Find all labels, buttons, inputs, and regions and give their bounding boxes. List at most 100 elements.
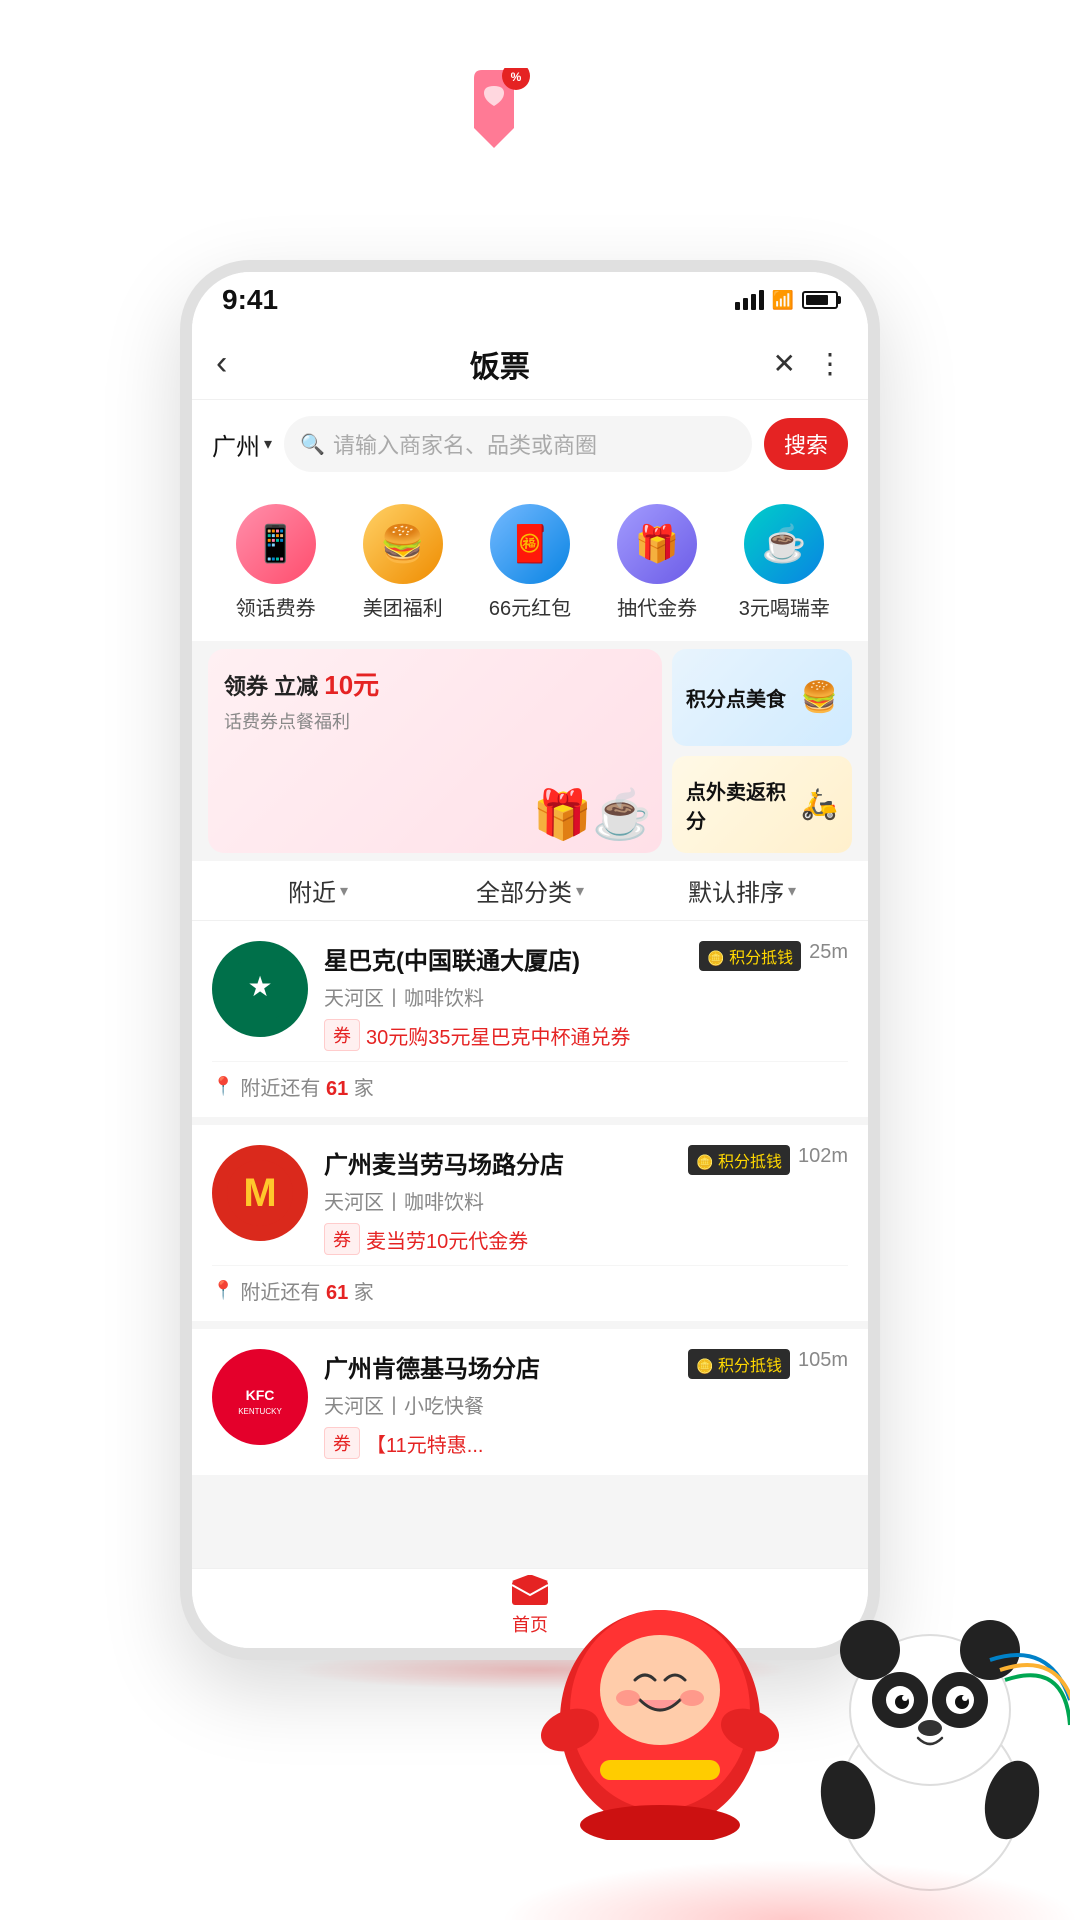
filter-bar: 附近 ▾ 全部分类 ▾ 默认排序 ▾	[192, 861, 868, 921]
mcdonalds-tag: 🪙 积分抵钱	[688, 1145, 790, 1175]
category-item-2[interactable]: 🍔 美团福利	[343, 504, 463, 621]
banner-left-subtitle: 话费券点餐福利	[224, 708, 646, 734]
filter-nearby[interactable]: 附近 ▾	[212, 873, 424, 908]
location-button[interactable]: 广州 ▾	[212, 427, 272, 462]
starbucks-coupon-text: 30元购35元星巴克中杯通兑券	[366, 1021, 631, 1050]
svg-text:KFC: KFC	[246, 1387, 275, 1403]
filter-sort-label: 默认排序	[688, 873, 784, 908]
title-icon: %	[454, 68, 544, 158]
banner-right-top[interactable]: 积分点美食 🍔	[672, 649, 852, 746]
close-button[interactable]: ✕	[773, 347, 796, 380]
nav-bar: ‹ 饭票 ✕ ⋮	[192, 328, 868, 400]
home-nav-icon	[510, 1571, 550, 1607]
banner-right-bottom-text: 点外卖返积分	[686, 776, 801, 834]
filter-nearby-label: 附近	[288, 873, 336, 908]
banner-right-top-icon: 🍔	[801, 680, 838, 715]
category-item-4[interactable]: 🎁 抽代金券	[597, 504, 717, 621]
restaurant-row-2: M 广州麦当劳马场路分店 🪙 积分抵钱 102m	[212, 1145, 848, 1255]
battery-icon	[802, 291, 838, 309]
mcdonalds-distance: 102m	[798, 1145, 848, 1168]
kfc-name: 广州肯德基马场分店	[324, 1349, 688, 1384]
svg-text:M: M	[243, 1171, 276, 1215]
back-button[interactable]: ‹	[216, 344, 227, 383]
mcdonalds-coupon-badge: 券	[324, 1223, 360, 1255]
mcdonalds-coupon: 券 麦当劳10元代金券	[324, 1223, 848, 1255]
kfc-coupon-badge: 券	[324, 1427, 360, 1459]
nav-actions: ✕ ⋮	[773, 347, 844, 380]
nav-home[interactable]: 首页	[510, 1571, 550, 1637]
starbucks-tag-icon: 🪙	[707, 950, 724, 966]
filter-category-arrow: ▾	[576, 881, 584, 901]
category-icon-5: ☕	[744, 504, 824, 584]
restaurant-row-1: ★ 星巴克(中国联通大厦店) 🪙 积分抵钱 25m	[212, 941, 848, 1051]
nearby-location-icon-2: 📍	[212, 1280, 234, 1301]
filter-sort[interactable]: 默认排序 ▾	[636, 873, 848, 908]
restaurant-item-kfc[interactable]: KFC KENTUCKY 广州肯德基马场分店 🪙 积分抵钱	[192, 1329, 868, 1475]
search-input-wrapper[interactable]: 🔍 请输入商家名、品类或商圈	[284, 416, 752, 472]
bottom-nav: 首页	[192, 1568, 868, 1648]
restaurant-item-mcdonalds[interactable]: M 广州麦当劳马场路分店 🪙 积分抵钱 102m	[192, 1125, 868, 1321]
mcdonalds-tag-icon: 🪙	[696, 1154, 713, 1170]
filter-category-label: 全部分类	[476, 873, 572, 908]
kfc-coupon-text: 【11元特惠...	[366, 1429, 483, 1458]
banner-left[interactable]: 领券 立减 10元 话费券点餐福利 🎁☕	[208, 649, 662, 853]
banner-illustration: 🎁☕	[532, 786, 652, 843]
category-label-2: 美团福利	[363, 592, 443, 621]
status-time: 9:41	[222, 284, 278, 316]
search-section: 广州 ▾ 🔍 请输入商家名、品类或商圈 搜索	[192, 400, 868, 488]
restaurant-item-starbucks[interactable]: ★ 星巴克(中国联通大厦店) 🪙 积分抵钱 25m	[192, 921, 868, 1117]
starbucks-tag: 🪙 积分抵钱	[699, 941, 801, 971]
status-bar: 9:41 📶	[192, 272, 868, 328]
category-icon-2: 🍔	[363, 504, 443, 584]
home-nav-label: 首页	[512, 1611, 548, 1637]
svg-text:%: %	[511, 70, 522, 84]
search-magnifier-icon: 🔍	[300, 432, 325, 457]
starbucks-distance: 25m	[809, 941, 848, 964]
banner-section: 领券 立减 10元 话费券点餐福利 🎁☕ 积分点美食 🍔 点外卖返积分 🛵	[192, 641, 868, 861]
starbucks-name: 星巴克(中国联通大厦店)	[324, 941, 699, 976]
filter-nearby-arrow: ▾	[340, 881, 348, 901]
more-button[interactable]: ⋮	[816, 347, 844, 380]
category-label-3: 66元红包	[489, 592, 571, 621]
category-label-4: 抽代金券	[617, 592, 697, 621]
mcdonalds-logo: M	[212, 1145, 308, 1241]
mcdonalds-name: 广州麦当劳马场路分店	[324, 1145, 688, 1180]
mcdonalds-coupon-text: 麦当劳10元代金券	[366, 1225, 528, 1254]
starbucks-logo: ★	[212, 941, 308, 1037]
mcdonalds-nearby: 📍 附近还有 61 家	[212, 1265, 848, 1305]
banner-right: 积分点美食 🍔 点外卖返积分 🛵	[672, 649, 852, 853]
nearby-location-icon: 📍	[212, 1076, 234, 1097]
kfc-tag-icon: 🪙	[696, 1358, 713, 1374]
filter-category[interactable]: 全部分类 ▾	[424, 873, 636, 908]
category-item-3[interactable]: 🧧 66元红包	[470, 504, 590, 621]
phone-container: 9:41 📶 ‹ 饭票	[180, 260, 900, 1740]
search-button[interactable]: 搜索	[764, 418, 848, 470]
restaurant-list: ★ 星巴克(中国联通大厦店) 🪙 积分抵钱 25m	[192, 921, 868, 1568]
kfc-category: 天河区丨小吃快餐	[324, 1390, 848, 1419]
category-item-5[interactable]: ☕ 3元喝瑞幸	[724, 504, 844, 621]
restaurant-row-3: KFC KENTUCKY 广州肯德基马场分店 🪙 积分抵钱	[212, 1349, 848, 1459]
category-label-5: 3元喝瑞幸	[739, 592, 830, 621]
banner-left-title: 领券 立减 10元	[224, 665, 646, 702]
phone-screen: 9:41 📶 ‹ 饭票	[192, 272, 868, 1648]
location-text: 广州	[212, 427, 260, 462]
category-item-1[interactable]: 📱 领话费券	[216, 504, 336, 621]
kfc-info: 广州肯德基马场分店 🪙 积分抵钱 105m 天河区丨小吃快餐 券 【11元	[324, 1349, 848, 1459]
kfc-coupon: 券 【11元特惠...	[324, 1427, 848, 1459]
category-label-1: 领话费券	[236, 592, 316, 621]
mcdonalds-info: 广州麦当劳马场路分店 🪙 积分抵钱 102m 天河区丨咖啡饮料 券 麦当劳	[324, 1145, 848, 1255]
kfc-logo: KFC KENTUCKY	[212, 1349, 308, 1445]
status-icons: 📶	[735, 290, 838, 311]
category-icon-4: 🎁	[617, 504, 697, 584]
wifi-icon: 📶	[772, 290, 794, 311]
starbucks-nearby-text: 附近还有 61 家	[240, 1072, 373, 1101]
starbucks-coupon: 券 30元购35元星巴克中杯通兑券	[324, 1019, 848, 1051]
category-icon-1: 📱	[236, 504, 316, 584]
svg-text:KENTUCKY: KENTUCKY	[238, 1407, 282, 1416]
mcdonalds-nearby-text: 附近还有 61 家	[240, 1276, 373, 1305]
banner-right-top-text: 积分点美食	[686, 683, 786, 712]
starbucks-info: 星巴克(中国联通大厦店) 🪙 积分抵钱 25m 天河区丨咖啡饮料 券 30	[324, 941, 848, 1051]
banner-amount: 10元	[324, 670, 379, 700]
starbucks-category: 天河区丨咖啡饮料	[324, 982, 848, 1011]
banner-right-bottom[interactable]: 点外卖返积分 🛵	[672, 756, 852, 853]
